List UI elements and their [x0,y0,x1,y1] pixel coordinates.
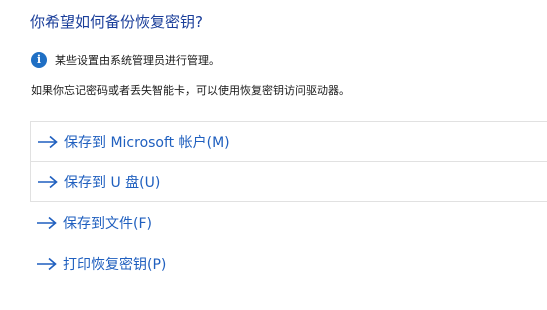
arrow-right-icon [37,257,57,270]
print-recovery-key-option[interactable]: 打印恢复密钥(P) [30,243,547,284]
arrow-right-icon [38,135,58,148]
save-to-microsoft-account-option[interactable]: 保存到 Microsoft 帐户(M) [30,121,547,162]
admin-managed-notice: i 某些设置由系统管理员进行管理。 [31,52,220,68]
page-title: 你希望如何备份恢复密钥? [30,13,203,31]
arrow-right-icon [38,175,58,188]
info-icon: i [31,52,47,68]
arrow-right-icon [37,216,57,229]
option-label: 保存到 Microsoft 帐户(M) [64,134,230,151]
backup-recovery-key-page: 你希望如何备份恢复密钥? i 某些设置由系统管理员进行管理。 如果你忘记密码或者… [0,0,547,310]
save-to-file-option[interactable]: 保存到文件(F) [30,202,547,243]
description-text: 如果你忘记密码或者丢失智能卡，可以使用恢复密钥访问驱动器。 [31,84,350,97]
admin-managed-text: 某些设置由系统管理员进行管理。 [55,54,220,67]
option-label: 保存到 U 盘(U) [64,174,161,191]
backup-options-list: 保存到 Microsoft 帐户(M) 保存到 U 盘(U) 保存到文件(F) … [30,121,547,284]
save-to-usb-option[interactable]: 保存到 U 盘(U) [30,162,547,202]
option-label: 保存到文件(F) [63,215,152,232]
option-label: 打印恢复密钥(P) [63,256,167,273]
